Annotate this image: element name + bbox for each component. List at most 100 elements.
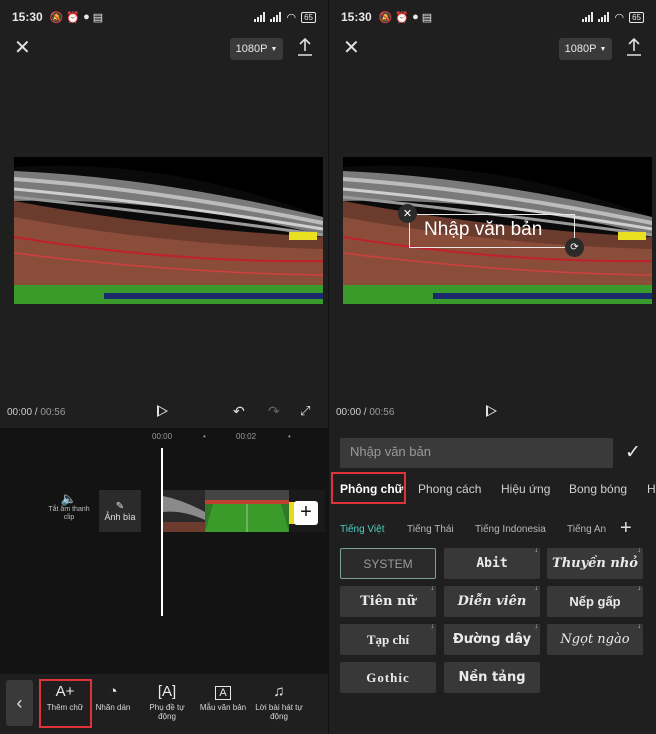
text-template-icon: A <box>196 682 250 703</box>
font-option[interactable]: Diễn viên ↓ <box>444 585 540 617</box>
chevron-down-icon: ▼ <box>599 45 607 53</box>
resolution-label: 1080P <box>564 43 597 55</box>
highlight-box <box>331 472 406 504</box>
signal-icon-2 <box>270 12 282 22</box>
tab-style[interactable]: Phong cách <box>418 482 481 496</box>
play-icon[interactable] <box>157 405 168 417</box>
tool-auto-lyrics[interactable]: ♫ Lời bài hát tự động <box>252 682 306 721</box>
tool-label: Phụ đề tự động <box>149 703 185 721</box>
cover-button[interactable]: ✎ Ảnh bìa <box>99 490 141 532</box>
battery-indicator: 65 <box>629 11 644 23</box>
font-option[interactable]: Thuyền nhỏ ↓ <box>547 547 643 579</box>
download-icon: ↓ <box>534 585 539 592</box>
rotate-scale-icon[interactable]: ⟳ <box>565 238 584 257</box>
lang-tab-thai[interactable]: Tiếng Thái <box>407 524 454 535</box>
news-icon: ▤ <box>92 11 104 24</box>
undo-icon[interactable]: ↶ <box>233 403 245 419</box>
font-option-label: SYSTEM <box>363 556 413 571</box>
export-icon[interactable] <box>625 36 643 58</box>
tool-text-template[interactable]: A Mẫu văn bản <box>196 682 250 712</box>
download-icon: ↓ <box>637 623 642 630</box>
lang-tab-vietnamese[interactable]: Tiếng Việt <box>340 524 384 535</box>
status-bar: 15:30 🔕 ⏰ ● ▤ ◠ 65 <box>0 0 328 34</box>
fullscreen-icon[interactable]: ⤢ <box>300 403 310 419</box>
font-option-label: Tiên nữ <box>360 594 416 609</box>
font-option-label: Abit <box>476 556 508 571</box>
font-option-label: Ngọt ngào <box>560 632 630 647</box>
font-option[interactable]: SYSTEM <box>340 548 436 579</box>
video-frame[interactable] <box>14 157 323 304</box>
font-option-label: Tạp chí <box>366 631 410 647</box>
delete-text-icon[interactable]: ✕ <box>398 204 417 223</box>
tool-sticker[interactable]: ◔ Nhãn dán <box>86 682 140 712</box>
download-icon: ↓ <box>534 623 539 630</box>
mute-clip-label: Tắt âm thanh clip <box>48 506 90 521</box>
status-time: 15:30 <box>341 10 372 24</box>
lang-tab-indonesian[interactable]: Tiếng Indonesia <box>475 524 546 535</box>
editor-screen-left: 15:30 🔕 ⏰ ● ▤ ◠ 65 ✕ 1080P ▼ 00:00 / 00:… <box>0 0 328 734</box>
font-option[interactable]: Nền tảng <box>444 662 540 693</box>
text-overlay-box[interactable]: Nhập văn bản <box>409 214 575 248</box>
font-option[interactable]: Abit ↓ <box>444 547 540 579</box>
play-icon[interactable] <box>486 405 497 417</box>
signal-icon-2 <box>598 12 610 22</box>
tool-label: Nhãn dán <box>95 703 131 712</box>
speaker-icon: 🔈 <box>60 491 78 506</box>
chevron-left-icon: ‹ <box>16 692 23 713</box>
resolution-button[interactable]: 1080P ▼ <box>230 38 283 60</box>
ruler-dot: • <box>288 432 291 441</box>
edit-icon: ✎ <box>115 500 125 512</box>
tab-effects[interactable]: Hiệu ứng <box>501 482 550 496</box>
video-preview-area <box>0 64 328 402</box>
current-time: 00:00 <box>336 407 362 418</box>
font-option[interactable]: Ngọt ngào ↓ <box>547 623 643 655</box>
export-icon[interactable] <box>296 36 314 58</box>
mute-clip-button[interactable]: 🔈 Tắt âm thanh clip <box>44 492 94 522</box>
lang-tab-english[interactable]: Tiếng An <box>567 524 606 535</box>
status-bar: 15:30 🔕 ⏰ ● ▤ ◠ 65 <box>329 0 656 34</box>
resolution-label: 1080P <box>235 43 268 55</box>
auto-captions-icon: [A] <box>157 683 177 700</box>
font-option[interactable]: Tiên nữ ↓ <box>340 585 436 617</box>
tab-more[interactable]: H <box>647 482 656 496</box>
tab-bubble[interactable]: Bong bóng <box>569 482 627 496</box>
alarm-icon: ⏰ <box>395 11 410 24</box>
confirm-check-icon[interactable]: ✓ <box>625 441 641 464</box>
close-icon[interactable]: ✕ <box>343 38 360 58</box>
battery-indicator: 65 <box>301 11 316 23</box>
font-option[interactable]: Nếp gấp ↓ <box>547 585 643 617</box>
font-option-label: Nếp gấp <box>569 594 621 609</box>
font-option-label: Đường dây <box>452 632 532 647</box>
redo-icon[interactable]: ↷ <box>268 403 280 419</box>
tool-label: Lời bài hát tự động <box>255 703 303 721</box>
add-font-icon[interactable]: + <box>620 518 632 538</box>
tool-auto-captions[interactable]: [A] Phụ đề tự động <box>140 682 194 721</box>
font-option[interactable]: Đường dây ↓ <box>444 623 540 655</box>
playhead[interactable] <box>161 448 163 616</box>
font-option-label: Nền tảng <box>458 670 526 685</box>
add-clip-button[interactable]: + <box>294 501 318 525</box>
timeline[interactable]: 00:00 • 00:02 • 🔈 Tắt âm thanh clip ✎ Ản… <box>0 428 328 674</box>
download-icon: ↓ <box>637 585 642 592</box>
mute-icon: 🔕 <box>378 11 393 24</box>
text-input-field[interactable]: Nhập văn bản <box>340 438 613 468</box>
cover-label: Ảnh bìa <box>104 511 136 522</box>
font-option[interactable]: Tạp chí ↓ <box>340 623 436 655</box>
font-option-label: Gothic <box>366 669 410 685</box>
back-button[interactable]: ‹ <box>6 680 33 726</box>
resolution-button[interactable]: 1080P ▼ <box>559 38 612 60</box>
download-icon: ↓ <box>534 547 539 554</box>
tool-label: Mẫu văn bản <box>199 703 247 712</box>
close-icon[interactable]: ✕ <box>14 38 31 58</box>
ruler-mark: 00:00 <box>152 432 173 441</box>
current-time: 00:00 <box>7 407 33 418</box>
sticker-icon: ◔ <box>108 683 118 700</box>
news-icon: ▤ <box>421 11 433 24</box>
font-option[interactable]: Gothic <box>340 662 436 693</box>
messenger-icon: ● <box>83 11 90 23</box>
playback-bar: 00:00 / 00:56 ↶ ↷ ⤢ <box>0 402 328 424</box>
stadium-image <box>14 157 323 304</box>
font-option-label: Diễn viên <box>457 594 527 609</box>
ruler-dot: • <box>203 432 206 441</box>
alarm-icon: ⏰ <box>66 11 81 24</box>
